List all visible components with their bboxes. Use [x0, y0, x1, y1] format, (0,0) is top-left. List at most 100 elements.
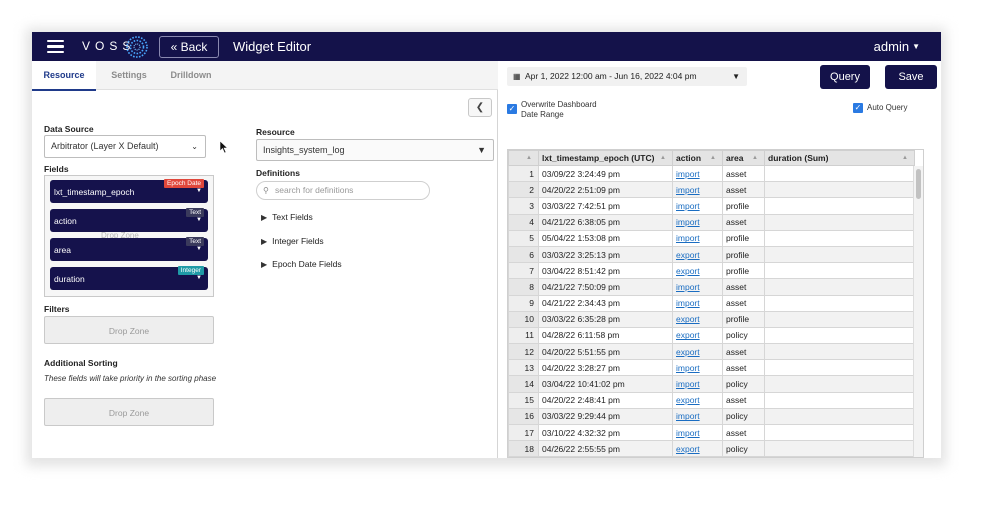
- row-index-cell: 6: [508, 245, 539, 264]
- table-row[interactable]: 16 03/03/22 9:29:44 pm import policy: [508, 407, 915, 426]
- sorting-note: These fields will take priority in the s…: [44, 374, 217, 383]
- back-button[interactable]: « Back: [159, 36, 219, 58]
- table-row[interactable]: 18 04/26/22 2:55:55 pm export policy: [508, 440, 915, 457]
- editor-tabs: Resource Settings Drilldown: [32, 61, 498, 91]
- action-link[interactable]: import: [676, 233, 700, 243]
- scrollbar-thumb[interactable]: [916, 169, 921, 199]
- table-row[interactable]: 8 04/21/22 7:50:09 pm import asset: [508, 278, 915, 296]
- tree-item-integer-fields[interactable]: ▶ Integer Fields: [261, 236, 324, 246]
- action-link[interactable]: import: [676, 201, 700, 211]
- table-row[interactable]: 6 03/03/22 3:25:13 pm export profile: [508, 245, 915, 264]
- action-link[interactable]: import: [676, 217, 700, 227]
- timestamp-cell: 03/10/22 4:32:32 pm: [538, 423, 673, 442]
- action-link[interactable]: export: [676, 444, 700, 454]
- table-row[interactable]: 10 03/03/22 6:35:28 pm export profile: [508, 310, 915, 328]
- table-row[interactable]: 4 04/21/22 6:38:05 pm import asset: [508, 213, 915, 231]
- expand-triangle-icon: ▶: [261, 237, 268, 246]
- action-cell: import: [672, 164, 723, 183]
- column-header-timestamp[interactable]: lxt_timestamp_epoch (UTC) ▲: [538, 150, 673, 166]
- table-row[interactable]: 13 04/20/22 3:28:27 pm import asset: [508, 359, 915, 377]
- table-row[interactable]: 3 03/03/22 7:42:51 pm import profile: [508, 197, 915, 215]
- sort-icon[interactable]: ▲: [902, 151, 908, 166]
- action-link[interactable]: import: [676, 411, 700, 421]
- table-row[interactable]: 14 03/04/22 10:41:02 pm import policy: [508, 375, 915, 393]
- action-link[interactable]: import: [676, 282, 700, 292]
- action-cell: import: [672, 197, 723, 215]
- caret-down-icon: ▼: [912, 42, 920, 51]
- field-pill-area[interactable]: area Text ▼: [50, 237, 208, 261]
- hamburger-menu-icon[interactable]: [47, 40, 64, 54]
- voss-logo-icon: [126, 36, 148, 58]
- table-row[interactable]: 2 04/20/22 2:51:09 pm import asset: [508, 181, 915, 199]
- sorting-drop-zone[interactable]: Drop Zone: [44, 398, 214, 426]
- action-link[interactable]: import: [676, 363, 700, 373]
- tab-drilldown[interactable]: Drilldown: [164, 61, 218, 90]
- date-range-picker[interactable]: ▦ Apr 1, 2022 12:00 am - Jun 16, 2022 4:…: [507, 67, 747, 86]
- filters-drop-zone[interactable]: Drop Zone: [44, 316, 214, 344]
- overwrite-date-range-checkbox[interactable]: ✓: [507, 104, 517, 114]
- field-pill-timestamp[interactable]: lxt_timestamp_epoch Epoch Date ▼: [50, 179, 208, 203]
- table-row[interactable]: 1 03/09/22 3:24:49 pm import asset: [508, 164, 915, 183]
- user-menu[interactable]: admin ▼: [874, 39, 920, 54]
- fields-drop-area[interactable]: Drop Zone lxt_timestamp_epoch Epoch Date…: [44, 175, 214, 297]
- action-link[interactable]: export: [676, 330, 700, 340]
- timestamp-cell: 03/09/22 3:24:49 pm: [538, 164, 673, 183]
- row-index-cell: 3: [508, 197, 539, 215]
- action-cell: import: [672, 294, 723, 312]
- collapse-panel-button[interactable]: ❮: [468, 98, 492, 117]
- sort-icon[interactable]: ▲: [526, 151, 532, 166]
- table-scrollbar[interactable]: [913, 166, 923, 457]
- action-link[interactable]: import: [676, 169, 700, 179]
- field-dropdown-icon[interactable]: ▼: [196, 216, 202, 224]
- column-header-area[interactable]: area ▲: [722, 150, 765, 166]
- field-dropdown-icon[interactable]: ▼: [196, 187, 202, 195]
- action-cell: import: [672, 359, 723, 377]
- save-button[interactable]: Save: [885, 65, 937, 89]
- resource-select[interactable]: Insights_system_log ▼: [256, 139, 494, 161]
- query-button[interactable]: Query: [820, 65, 870, 89]
- tree-item-epoch-date-fields[interactable]: ▶ Epoch Date Fields: [261, 259, 342, 269]
- action-link[interactable]: import: [676, 379, 700, 389]
- user-name: admin: [873, 39, 910, 54]
- table-row[interactable]: 11 04/28/22 6:11:58 pm export policy: [508, 326, 915, 345]
- tree-item-text-fields[interactable]: ▶ Text Fields: [261, 212, 313, 222]
- row-index-cell: 1: [508, 164, 539, 183]
- action-link[interactable]: export: [676, 395, 700, 405]
- top-navigation-bar: VOSS « Back Widget Editor admin ▼: [32, 32, 941, 61]
- action-link[interactable]: import: [676, 298, 700, 308]
- action-link[interactable]: import: [676, 428, 700, 438]
- row-index-cell: 12: [508, 343, 539, 361]
- sort-icon[interactable]: ▲: [752, 151, 758, 166]
- column-header-duration[interactable]: duration (Sum) ▲: [764, 150, 915, 166]
- timestamp-cell: 03/04/22 8:51:42 pm: [538, 262, 673, 280]
- field-pill-action[interactable]: action Text ▼: [50, 208, 208, 232]
- table-row[interactable]: 12 04/20/22 5:51:55 pm export asset: [508, 343, 915, 361]
- timestamp-cell: 04/21/22 2:34:43 pm: [538, 294, 673, 312]
- table-row[interactable]: 15 04/20/22 2:48:41 pm export asset: [508, 391, 915, 409]
- field-pill-duration[interactable]: duration Integer ▼: [50, 266, 208, 290]
- action-link[interactable]: export: [676, 314, 700, 324]
- widget-editor-window: VOSS « Back Widget Editor admin ▼ Resourc…: [32, 32, 941, 458]
- area-cell: policy: [722, 407, 765, 426]
- action-link[interactable]: export: [676, 347, 700, 357]
- auto-query-checkbox[interactable]: ✓: [853, 103, 863, 113]
- search-icon: ⚲: [263, 186, 269, 195]
- tab-resource[interactable]: Resource: [32, 61, 96, 91]
- definitions-search-input[interactable]: ⚲ search for definitions: [256, 181, 430, 200]
- column-header-index: ▲: [508, 150, 539, 166]
- action-link[interactable]: export: [676, 266, 700, 276]
- table-row[interactable]: 17 03/10/22 4:32:32 pm import asset: [508, 423, 915, 442]
- action-link[interactable]: export: [676, 250, 700, 260]
- column-header-action[interactable]: action ▲: [672, 150, 723, 166]
- field-dropdown-icon[interactable]: ▼: [196, 274, 202, 282]
- table-row[interactable]: 7 03/04/22 8:51:42 pm export profile: [508, 262, 915, 280]
- table-row[interactable]: 5 05/04/22 1:53:08 pm import profile: [508, 229, 915, 247]
- action-link[interactable]: import: [676, 185, 700, 195]
- field-dropdown-icon[interactable]: ▼: [196, 245, 202, 253]
- area-cell: profile: [722, 245, 765, 264]
- sort-icon[interactable]: ▲: [660, 151, 666, 166]
- sort-icon[interactable]: ▲: [710, 151, 716, 166]
- table-row[interactable]: 9 04/21/22 2:34:43 pm import asset: [508, 294, 915, 312]
- tab-settings[interactable]: Settings: [104, 61, 154, 90]
- data-source-select[interactable]: Arbitrator (Layer X Default) ⌄: [44, 135, 206, 158]
